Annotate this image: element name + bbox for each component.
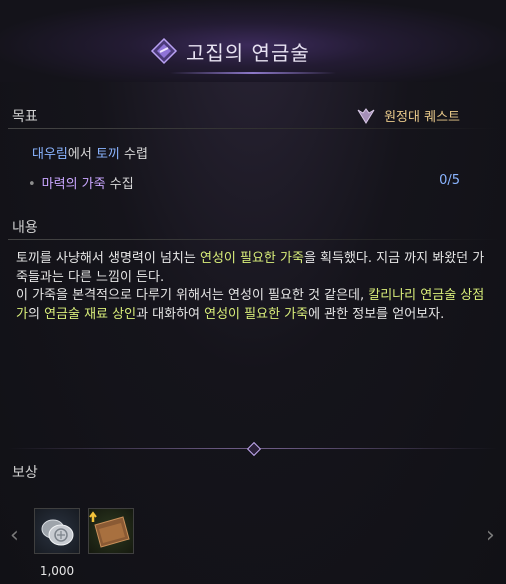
desc-highlight-4: 연성이 필요한 가죽 bbox=[204, 306, 309, 322]
chevron-left-icon[interactable]: ‹ bbox=[10, 523, 19, 548]
desc-text-5: 과 대화하여 bbox=[136, 306, 205, 322]
desc-text-1: 토끼를 사냥해서 생명력이 넘치는 bbox=[16, 251, 200, 266]
objective-mid: 에서 bbox=[67, 147, 96, 162]
task-row: • 마력의 가죽 수집 0/5 bbox=[28, 173, 460, 192]
objective-location: 대우림 bbox=[32, 147, 68, 162]
quest-title: 고집의 연금술 bbox=[186, 40, 310, 65]
task-text: • 마력의 가죽 수집 bbox=[28, 173, 134, 192]
expedition-icon bbox=[357, 107, 375, 124]
chevron-right-icon[interactable]: › bbox=[486, 523, 495, 548]
quest-description: 토끼를 사냥해서 생명력이 넘치는 연성이 필요한 가죽을 획득했다. 지금 까… bbox=[16, 250, 486, 324]
desc-highlight-3: 연금술 재료 상인 bbox=[44, 306, 137, 322]
divider-diamond-icon bbox=[246, 441, 262, 457]
quest-type-label: 원정대 퀘스트 bbox=[384, 110, 460, 125]
objective-action: 수렵 bbox=[119, 147, 148, 162]
desc-text-3: 이 가죽을 본격적으로 다루기 위해서는 연성이 필요한 것 같은데, bbox=[16, 288, 369, 303]
reward-label: 보상 bbox=[12, 465, 38, 481]
content-divider bbox=[8, 239, 498, 240]
title-bar: 고집의 연금술 bbox=[0, 0, 506, 82]
objective-text: 대우림에서 토끼 수렵 bbox=[32, 143, 148, 162]
objective-divider bbox=[8, 128, 498, 129]
desc-highlight-1: 연성이 필요한 가죽 bbox=[199, 251, 304, 266]
desc-text-4: 의 bbox=[27, 306, 45, 322]
title-underline bbox=[170, 72, 336, 74]
task-action: 수집 bbox=[105, 177, 134, 192]
objective-target: 토끼 bbox=[95, 147, 120, 162]
reward-count: 1,000 bbox=[39, 564, 75, 578]
bullet-icon: • bbox=[28, 177, 36, 192]
desc-text-6: 에 관한 정보를 얻어보자. bbox=[308, 306, 445, 322]
content-label: 내용 bbox=[12, 220, 38, 236]
silver-coin-icon bbox=[41, 519, 74, 546]
leather-icon bbox=[89, 511, 130, 548]
task-item: 마력의 가죽 bbox=[41, 177, 106, 192]
quest-type: 원정대 퀘스트 bbox=[356, 106, 460, 125]
reward-item-silver[interactable] bbox=[34, 508, 80, 554]
task-progress: 0/5 bbox=[439, 173, 460, 188]
quest-diamond-icon bbox=[150, 37, 178, 65]
objective-label: 목표 bbox=[12, 109, 38, 125]
title-wrap: 고집의 연금술 bbox=[150, 34, 310, 68]
reward-item-leather[interactable] bbox=[88, 508, 134, 554]
